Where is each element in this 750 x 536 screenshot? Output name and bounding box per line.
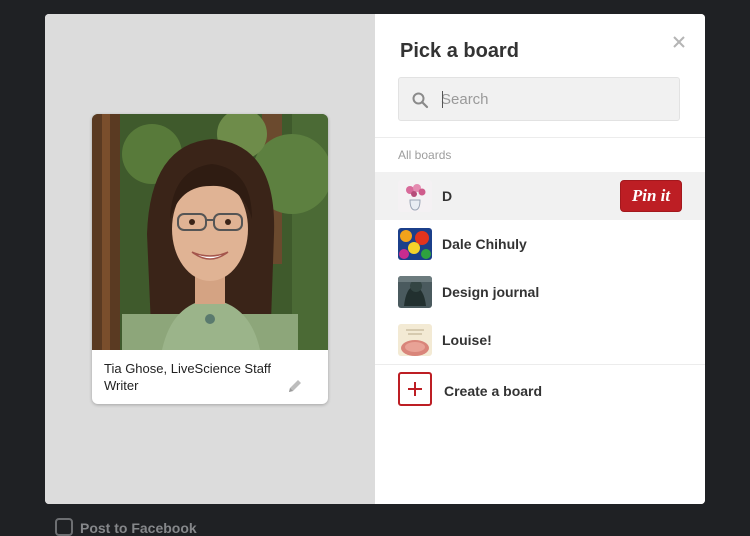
- board-name-d: D: [442, 188, 453, 204]
- board-thumb-design-journal: [398, 276, 432, 308]
- pin-dialog: Tia Ghose, LiveScience Staff Writer Pick…: [45, 14, 705, 504]
- board-name-louise: Louise!: [442, 332, 492, 348]
- edit-pencil-icon[interactable]: [286, 378, 304, 396]
- text-cursor: [442, 91, 443, 108]
- divider: [375, 137, 705, 138]
- board-name-dale-chihuly: Dale Chihuly: [442, 236, 527, 252]
- board-search-input[interactable]: [441, 85, 671, 113]
- pin-card: Tia Ghose, LiveScience Staff Writer: [92, 114, 328, 404]
- board-row-design-journal[interactable]: Design journal: [375, 268, 705, 316]
- create-board-button[interactable]: Create a board: [375, 366, 705, 414]
- close-icon[interactable]: [670, 33, 688, 51]
- divider: [375, 364, 705, 365]
- pin-image: [92, 114, 328, 350]
- all-boards-label: All boards: [398, 148, 452, 162]
- plus-icon: [398, 372, 432, 406]
- board-thumb-d: [398, 180, 432, 212]
- create-board-label: Create a board: [444, 383, 543, 399]
- board-row-louise[interactable]: Louise!: [375, 316, 705, 364]
- board-thumb-dale-chihuly: [398, 228, 432, 260]
- board-row-dale-chihuly[interactable]: Dale Chihuly: [375, 220, 705, 268]
- pin-description[interactable]: Tia Ghose, LiveScience Staff Writer: [104, 360, 289, 394]
- board-picker-pane: Pick a board All boards: [375, 14, 705, 504]
- pin-it-button[interactable]: Pin it: [620, 180, 682, 212]
- board-row-d[interactable]: D Pin it: [375, 172, 705, 220]
- picker-title: Pick a board: [400, 40, 519, 62]
- board-name-design-journal: Design journal: [442, 284, 540, 300]
- board-search-box[interactable]: [398, 77, 680, 121]
- post-to-facebook-label: Post to Facebook: [80, 520, 197, 536]
- post-to-facebook-checkbox[interactable]: [55, 518, 73, 536]
- search-icon: [412, 92, 429, 109]
- pin-preview-pane: Tia Ghose, LiveScience Staff Writer: [45, 14, 375, 504]
- board-thumb-louise: [398, 324, 432, 356]
